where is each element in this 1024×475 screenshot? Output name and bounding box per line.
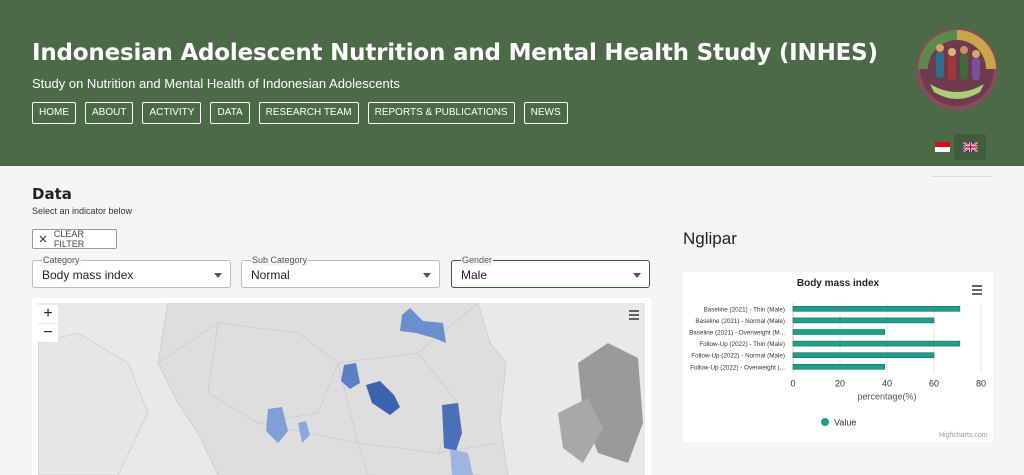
nav-news[interactable]: NEWS	[523, 102, 568, 124]
x-axis-title: percentage(%)	[857, 392, 916, 402]
nav-data[interactable]: DATA	[210, 102, 250, 124]
x-tick-label: 60	[929, 379, 939, 389]
nav-activity[interactable]: ACTIVITY	[142, 102, 202, 124]
bar	[792, 317, 935, 324]
id-flag-icon	[934, 142, 950, 152]
district-map[interactable]	[38, 303, 645, 475]
legend-label: Value	[834, 418, 856, 428]
y-category-label: Follow-Up (2022) - Overweight (...	[690, 364, 785, 371]
bar	[792, 329, 885, 335]
chevron-down-icon	[633, 273, 641, 278]
section-title: Data	[32, 185, 72, 203]
bmi-chart-card: Body mass index 0 20 40 60 80 Baseline (2021)…	[683, 272, 993, 442]
bar	[792, 352, 935, 358]
x-tick-label: 0	[790, 379, 795, 389]
region-name: Nglipar	[683, 229, 737, 248]
section-subtitle: Select an indicator below	[32, 206, 133, 216]
site-title: Indonesian Adolescent Nutrition and Ment…	[32, 40, 878, 66]
map-canvas[interactable]	[38, 303, 645, 475]
site-header: Indonesian Adolescent Nutrition and Ment…	[0, 0, 1024, 166]
bar	[792, 340, 961, 347]
close-icon	[39, 235, 47, 243]
bar	[792, 364, 885, 370]
zoom-in-button[interactable]: +	[38, 305, 58, 323]
clear-filter-label: CLEAR FILTER	[53, 229, 85, 249]
y-category-label: Baseline (2021) - Overweight (M...	[689, 330, 785, 337]
nav-home[interactable]: HOME	[32, 102, 76, 124]
y-category-label: Baseline (2021) - Normal (Male)	[695, 318, 785, 325]
category-value: Body mass index	[42, 268, 134, 282]
divider	[932, 176, 992, 177]
uk-flag-icon	[962, 142, 978, 152]
category-label: Category	[42, 255, 81, 266]
chevron-down-icon	[214, 273, 222, 278]
sub-category-label: Sub Category	[251, 255, 309, 266]
sub-category-select[interactable]: Sub Category Normal	[241, 255, 440, 288]
bar-chart: 0 20 40 60 80 Baseline (2021) - Thin (Male) Ba…	[689, 303, 986, 428]
x-tick-label: 40	[882, 379, 892, 389]
clear-filter-button[interactable]: CLEAR FILTER	[32, 229, 117, 249]
x-tick-label: 20	[835, 379, 845, 389]
category-select[interactable]: Category Body mass index	[32, 255, 231, 288]
gender-value: Male	[461, 268, 488, 282]
nav-research-team[interactable]: RESEARCH TEAM	[258, 102, 359, 124]
y-category-label: Follow-Up (2022) - Normal (Male)	[691, 353, 785, 360]
language-english[interactable]	[954, 134, 986, 160]
x-tick-label: 80	[976, 379, 986, 389]
site-subtitle: Study on Nutrition and Mental Health of …	[32, 76, 400, 91]
gender-label: Gender	[461, 255, 494, 266]
bar	[792, 305, 961, 312]
chevron-down-icon	[423, 273, 431, 278]
nav-about[interactable]: ABOUT	[85, 102, 134, 124]
chart-credits[interactable]: Highcharts.com	[939, 432, 988, 439]
zoom-out-button[interactable]: −	[38, 324, 58, 342]
gender-select[interactable]: Gender Male	[451, 255, 650, 288]
nav-reports-publications[interactable]: REPORTS & PUBLICATIONS	[367, 102, 515, 124]
map-menu-icon[interactable]	[625, 306, 643, 324]
sub-category-value: Normal	[251, 268, 290, 282]
y-category-label: Follow-Up (2022) - Thin (Male)	[699, 341, 785, 348]
legend-marker	[821, 418, 829, 426]
main-nav: HOME ABOUT ACTIVITY DATA RESEARCH TEAM R…	[32, 102, 568, 124]
y-category-label: Baseline (2021) - Thin (Male)	[704, 306, 785, 313]
region-map[interactable]	[32, 298, 651, 475]
inhes-logo[interactable]	[914, 26, 1000, 112]
